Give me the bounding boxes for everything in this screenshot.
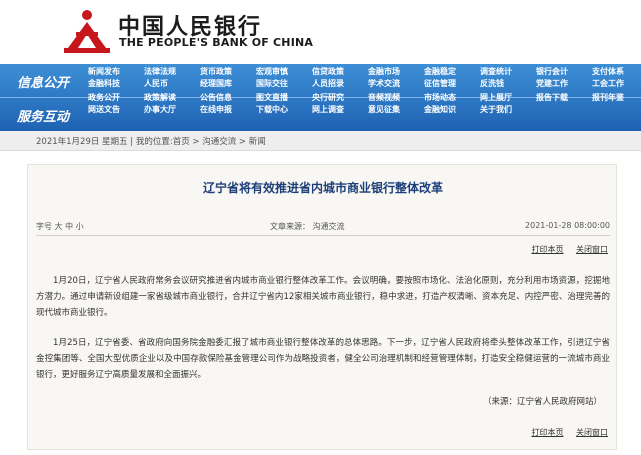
nav-link[interactable]: 报刊年鉴	[592, 92, 641, 104]
nav-link[interactable]: 人民币	[144, 78, 200, 90]
close-window-link[interactable]: 关闭窗口	[576, 245, 608, 254]
close-window-link[interactable]: 关闭窗口	[576, 428, 608, 437]
article-source: 文章来源： 沟通交流	[270, 222, 345, 231]
nav-link[interactable]: 央行研究	[312, 92, 368, 104]
nav-link[interactable]: 网上展厅	[480, 92, 536, 104]
nav-link[interactable]: 工会工作	[592, 78, 641, 90]
nav-link[interactable]: 网上调查	[312, 104, 368, 116]
article-title: 辽宁省将有效推进省内城市商业银行整体改革	[202, 181, 443, 195]
article-paragraph-2: 1月25日，辽宁省委、省政府向国务院金融委汇报了城市商业银行整体改革的总体思路。…	[36, 338, 610, 380]
nav-link[interactable]: 图文直播	[256, 92, 312, 104]
nav-link[interactable]: 征信管理	[424, 78, 480, 90]
article-meta: 字号 大 中 小 文章来源： 沟通交流 2021-01-28 08:00:00	[36, 221, 610, 235]
nav-link[interactable]: 政策解读	[144, 92, 200, 104]
main-navigation: 信息公开 服务互动 新闻发布 法律法规 货币政策 宏观审慎 信贷政策 金融市场 金融稳定 调查…	[0, 64, 641, 131]
pboc-logo-icon[interactable]	[62, 8, 112, 54]
nav-link[interactable]: 办事大厅	[144, 104, 200, 116]
font-size-selector[interactable]: 字号 大 中 小	[36, 221, 84, 232]
article-panel: 辽宁省将有效推进省内城市商业银行整体改革 字号 大 中 小 文章来源： 沟通交流…	[27, 164, 617, 450]
nav-link[interactable]: 党建工作	[536, 78, 592, 90]
nav-link[interactable]: 宏观审慎	[256, 66, 312, 78]
article-tools-bottom: 打印本页 关闭窗口	[521, 427, 608, 438]
breadcrumb[interactable]: 2021年1月29日 星期五 | 我的位置:首页 > 沟通交流 > 新闻	[36, 135, 266, 147]
nav-link[interactable]: 金融知识	[424, 104, 480, 116]
nav-link[interactable]: 银行会计	[536, 66, 592, 78]
site-header: 中国人民银行 THE PEOPLE'S BANK OF CHINA	[0, 0, 641, 64]
nav-link[interactable]: 经理国库	[200, 78, 256, 90]
nav-link[interactable]: 网送文告	[88, 104, 144, 116]
meta-divider	[36, 235, 610, 236]
nav-link[interactable]: 下载中心	[256, 104, 312, 116]
nav-link[interactable]: 关于我们	[480, 104, 536, 116]
nav-link[interactable]: 支付体系	[592, 66, 641, 78]
print-page-link[interactable]: 打印本页	[531, 245, 563, 254]
nav-link[interactable]: 公告信息	[200, 92, 256, 104]
nav-link[interactable]: 金融稳定	[424, 66, 480, 78]
nav-link[interactable]: 金融科技	[88, 78, 144, 90]
nav-link[interactable]: 信贷政策	[312, 66, 368, 78]
nav-link[interactable]: 政务公开	[88, 92, 144, 104]
nav-section-info-disclosure[interactable]: 信息公开	[12, 72, 74, 91]
nav-link[interactable]: 音频视频	[368, 92, 424, 104]
bank-name-en: THE PEOPLE'S BANK OF CHINA	[119, 36, 314, 49]
nav-link[interactable]: 在线申报	[200, 104, 256, 116]
article-datetime: 2021-01-28 08:00:00	[525, 221, 610, 230]
nav-link-grid: 新闻发布 法律法规 货币政策 宏观审慎 信贷政策 金融市场 金融稳定 调查统计 银行会计 支付体系…	[88, 66, 641, 116]
article-tools-top: 打印本页 关闭窗口	[521, 244, 608, 255]
nav-link[interactable]: 报告下载	[536, 92, 592, 104]
nav-link[interactable]: 市场动态	[424, 92, 480, 104]
nav-link[interactable]: 国际交往	[256, 78, 312, 90]
article-paragraph-1: 1月20日，辽宁省人民政府常务会议研究推进省内城市商业银行整体改革工作。会议明确…	[36, 276, 610, 318]
nav-link[interactable]: 调查统计	[480, 66, 536, 78]
article-source-note: （来源：辽宁省人民政府网站）	[482, 397, 602, 407]
nav-section-service-interaction[interactable]: 服务互动	[12, 106, 74, 125]
nav-link[interactable]: 货币政策	[200, 66, 256, 78]
nav-link[interactable]: 意见征集	[368, 104, 424, 116]
nav-link[interactable]: 新闻发布	[88, 66, 144, 78]
nav-link[interactable]: 人员招录	[312, 78, 368, 90]
breadcrumb-bar: 2021年1月29日 星期五 | 我的位置:首页 > 沟通交流 > 新闻	[0, 131, 641, 151]
nav-link[interactable]: 金融市场	[368, 66, 424, 78]
nav-link[interactable]: 法律法规	[144, 66, 200, 78]
print-page-link[interactable]: 打印本页	[531, 428, 563, 437]
nav-link[interactable]: 反洗钱	[480, 78, 536, 90]
nav-link[interactable]: 学术交流	[368, 78, 424, 90]
